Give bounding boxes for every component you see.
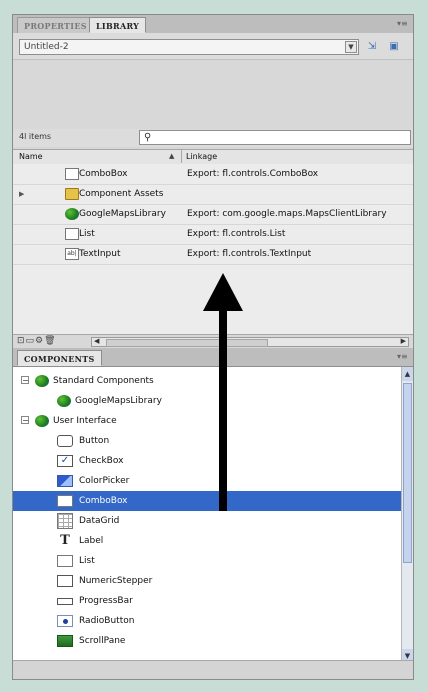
collapse-icon[interactable]: − bbox=[21, 376, 29, 385]
column-name[interactable]: Name bbox=[19, 150, 43, 163]
label-icon: T bbox=[60, 533, 70, 548]
library-preview bbox=[13, 59, 413, 130]
tree-item-label: CheckBox bbox=[79, 456, 124, 466]
panel-menu-icon[interactable]: ▾≡ bbox=[397, 19, 408, 28]
tree-item-label: GoogleMapsLibrary bbox=[75, 396, 162, 406]
tree-item[interactable]: List bbox=[13, 551, 401, 571]
library-item-linkage: Export: fl.controls.TextInput bbox=[187, 249, 312, 259]
tab-library[interactable]: LIBRARY bbox=[89, 17, 147, 33]
tree-item[interactable]: − Standard Components bbox=[13, 371, 401, 391]
tree-item-label: ComboBox bbox=[79, 496, 128, 506]
scroll-right-icon[interactable]: ▶ bbox=[401, 337, 406, 345]
textinput-icon: ab| bbox=[65, 248, 79, 260]
library-row[interactable]: List Export: fl.controls.List bbox=[13, 224, 413, 245]
library-search-row: 4l items ⚲ bbox=[13, 129, 413, 147]
tree-item-label: ColorPicker bbox=[79, 476, 130, 486]
library-toolbar: ⊡▭⚙🗑 ◀ ▶ bbox=[13, 334, 413, 349]
components-tabstrip: COMPONENTS ▾≡ bbox=[13, 348, 413, 367]
tree-item[interactable]: NumericStepper bbox=[13, 571, 401, 591]
flash-panels: PROPERTIES LIBRARY ▾≡ Untitled-2 ▼ ⇲ ▣ 4… bbox=[12, 14, 414, 680]
library-item-name: ComboBox bbox=[79, 169, 128, 179]
tree-item[interactable]: T Label bbox=[13, 531, 401, 551]
progressbar-icon bbox=[57, 598, 73, 605]
numericstepper-icon bbox=[57, 575, 73, 587]
tree-item[interactable]: ProgressBar bbox=[13, 591, 401, 611]
folder-icon bbox=[65, 188, 79, 200]
collapse-icon[interactable]: − bbox=[21, 416, 29, 425]
tree-item[interactable]: ✓ CheckBox bbox=[13, 451, 401, 471]
library-column-header: Name ▲ Linkage bbox=[13, 149, 413, 165]
vertical-scrollbar[interactable]: ▲ ▼ bbox=[401, 367, 413, 663]
tree-item-label: RadioButton bbox=[79, 616, 135, 626]
sort-ascending-icon: ▲ bbox=[169, 152, 175, 160]
component-icon bbox=[35, 375, 49, 387]
chevron-down-icon[interactable]: ▼ bbox=[345, 41, 357, 53]
library-row[interactable]: ComboBox Export: fl.controls.ComboBox bbox=[13, 164, 413, 185]
colorpicker-icon bbox=[57, 475, 73, 487]
library-item-linkage: Export: com.google.maps.MapsClientLibrar… bbox=[187, 209, 387, 219]
components-tree: − Standard Components GoogleMapsLibrary … bbox=[13, 367, 401, 663]
library-item-name: List bbox=[79, 229, 95, 239]
library-item-linkage: Export: fl.controls.ComboBox bbox=[187, 169, 319, 179]
tree-item-label: Standard Components bbox=[53, 376, 154, 386]
search-icon: ⚲ bbox=[144, 132, 152, 143]
tree-item-label: Label bbox=[79, 536, 104, 546]
library-row[interactable]: GoogleMapsLibrary Export: com.google.map… bbox=[13, 204, 413, 225]
document-name: Untitled-2 bbox=[24, 42, 69, 52]
tab-properties[interactable]: PROPERTIES bbox=[17, 17, 94, 33]
combobox-icon bbox=[57, 495, 73, 507]
document-select[interactable]: Untitled-2 ▼ bbox=[19, 39, 359, 55]
component-icon bbox=[65, 208, 79, 220]
library-item-name: Component Assets bbox=[79, 189, 164, 199]
expand-arrow-icon[interactable]: ▶ bbox=[19, 184, 24, 204]
checkbox-icon: ✓ bbox=[57, 455, 73, 467]
horizontal-scrollbar[interactable]: ◀ ▶ bbox=[91, 337, 409, 347]
tree-item[interactable]: − User Interface bbox=[13, 411, 401, 431]
datagrid-icon bbox=[57, 513, 73, 529]
scroll-thumb[interactable] bbox=[106, 339, 268, 347]
library-item-linkage: Export: fl.controls.List bbox=[187, 229, 286, 239]
tree-item-label: List bbox=[79, 556, 95, 566]
list-icon bbox=[65, 228, 79, 240]
scrollpane-icon bbox=[57, 635, 73, 647]
tree-item[interactable]: ScrollPane bbox=[13, 631, 401, 651]
tree-item-label: DataGrid bbox=[79, 516, 120, 526]
new-library-panel-icon[interactable]: ▣ bbox=[387, 40, 401, 53]
pin-library-icon[interactable]: ⇲ bbox=[365, 40, 379, 53]
library-header-area: Untitled-2 ▼ ⇲ ▣ bbox=[13, 33, 413, 130]
column-linkage[interactable]: Linkage bbox=[181, 150, 217, 163]
tree-item[interactable]: GoogleMapsLibrary bbox=[13, 391, 401, 411]
radiobutton-icon bbox=[57, 615, 73, 627]
tree-item-selected[interactable]: ComboBox bbox=[13, 491, 401, 511]
list-icon bbox=[57, 555, 73, 567]
tree-item-label: User Interface bbox=[53, 416, 117, 426]
library-tabstrip: PROPERTIES LIBRARY ▾≡ bbox=[13, 15, 413, 34]
tree-item-label: ProgressBar bbox=[79, 596, 133, 606]
components-footer bbox=[13, 660, 413, 679]
component-icon bbox=[35, 415, 49, 427]
tree-item[interactable]: RadioButton bbox=[13, 611, 401, 631]
library-tool-icons[interactable]: ⊡▭⚙🗑 bbox=[17, 336, 57, 346]
scroll-up-icon[interactable]: ▲ bbox=[402, 367, 413, 381]
scroll-left-icon[interactable]: ◀ bbox=[94, 337, 99, 345]
tree-item-label: NumericStepper bbox=[79, 576, 153, 586]
item-count: 4l items bbox=[19, 132, 52, 141]
tree-item[interactable]: Button bbox=[13, 431, 401, 451]
library-row[interactable]: ▶ Component Assets bbox=[13, 184, 413, 205]
button-icon bbox=[57, 435, 73, 447]
tree-item-label: ScrollPane bbox=[79, 636, 126, 646]
library-search-input[interactable]: ⚲ bbox=[139, 130, 411, 145]
combobox-icon bbox=[65, 168, 79, 180]
tree-item-label: Button bbox=[79, 436, 110, 446]
tree-item[interactable]: DataGrid bbox=[13, 511, 401, 531]
component-icon bbox=[57, 395, 71, 407]
library-row[interactable]: ab| TextInput Export: fl.controls.TextIn… bbox=[13, 244, 413, 265]
annotation-arrow-shaft bbox=[219, 305, 227, 511]
tab-components[interactable]: COMPONENTS bbox=[17, 350, 102, 366]
library-item-name: GoogleMapsLibrary bbox=[79, 209, 166, 219]
scroll-thumb[interactable] bbox=[403, 383, 412, 563]
panel-menu-icon[interactable]: ▾≡ bbox=[397, 352, 408, 361]
library-item-name: TextInput bbox=[79, 249, 121, 259]
tree-item[interactable]: ColorPicker bbox=[13, 471, 401, 491]
